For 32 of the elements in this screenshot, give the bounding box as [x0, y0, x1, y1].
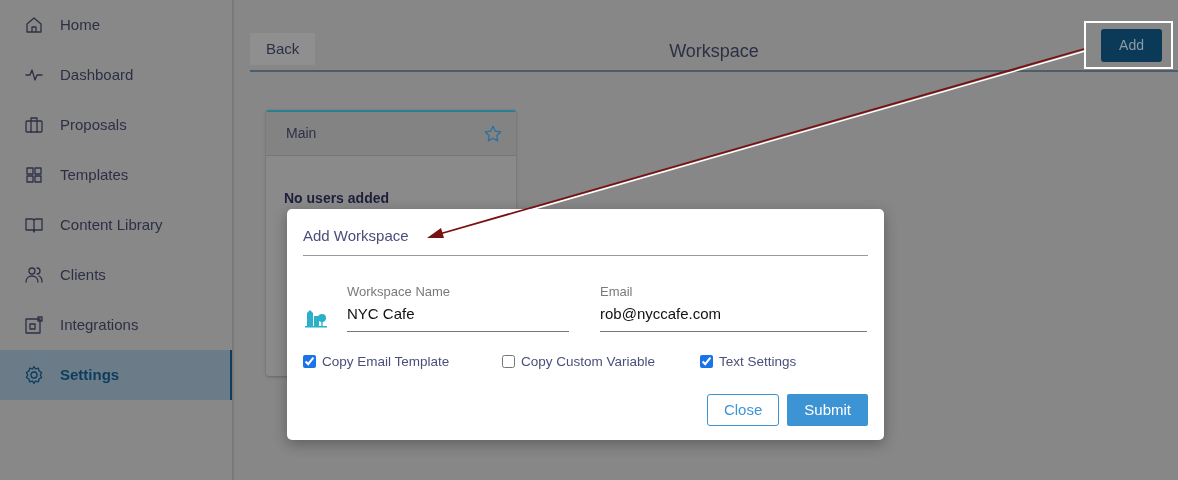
sidebar-item[interactable]: Settings [0, 350, 232, 400]
grid-icon [24, 165, 44, 185]
checkbox-label: Copy Custom Variable [521, 352, 656, 371]
add-button[interactable]: Add [1101, 28, 1162, 62]
sidebar-item[interactable]: Dashboard [0, 50, 232, 100]
card-title: Main [286, 124, 317, 143]
checkbox-label: Text Settings [719, 352, 797, 371]
integrations-icon [24, 315, 44, 335]
close-button[interactable]: Close [706, 393, 780, 427]
field-label: Workspace Name [347, 282, 452, 301]
star-icon[interactable] [484, 124, 502, 143]
card-message: No users added [284, 189, 391, 208]
sidebar-item[interactable]: Clients [0, 250, 232, 300]
field-label: Email [600, 282, 634, 301]
checkbox[interactable] [502, 355, 515, 369]
book-icon [24, 215, 44, 235]
sidebar-item[interactable]: Integrations [0, 300, 232, 350]
checkbox-label: Copy Email Template [322, 352, 450, 371]
briefcase-icon [24, 115, 44, 135]
users-icon [24, 265, 44, 285]
checkbox[interactable] [700, 355, 713, 369]
sidebar-item[interactable]: Content Library [0, 200, 232, 250]
checkbox[interactable] [303, 355, 316, 369]
home-icon [24, 15, 44, 35]
sidebar-item[interactable]: Home [0, 0, 232, 50]
sidebar-item[interactable]: Proposals [0, 100, 232, 150]
page-title: Workspace [669, 40, 759, 63]
modal-title: Add Workspace [303, 225, 868, 256]
sidebar-item[interactable]: Templates [0, 150, 232, 200]
back-button[interactable]: Back [250, 32, 316, 66]
gear-icon [24, 365, 44, 385]
submit-button[interactable]: Submit [787, 393, 868, 427]
